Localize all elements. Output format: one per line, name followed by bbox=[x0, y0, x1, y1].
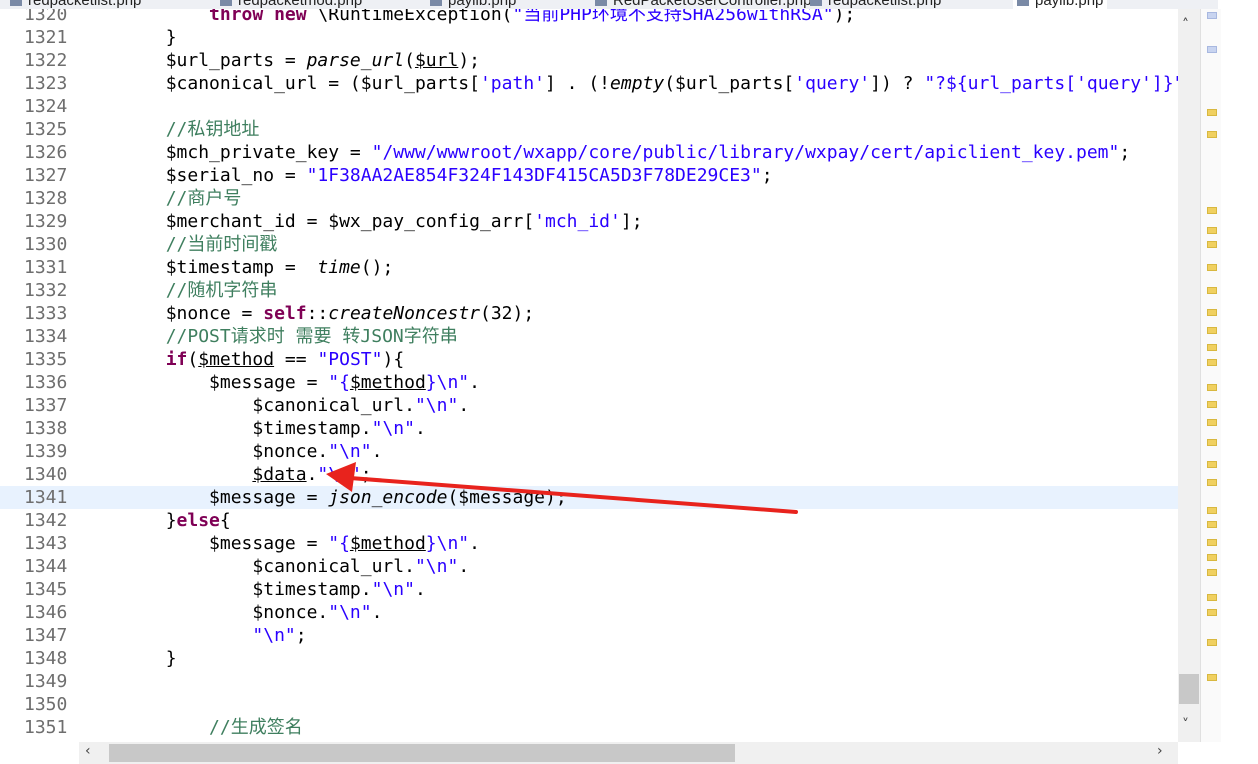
annotation-arrow bbox=[326, 462, 798, 514]
annotation-arrow-head bbox=[326, 462, 356, 492]
annotation-arrow-shaft bbox=[348, 476, 798, 514]
